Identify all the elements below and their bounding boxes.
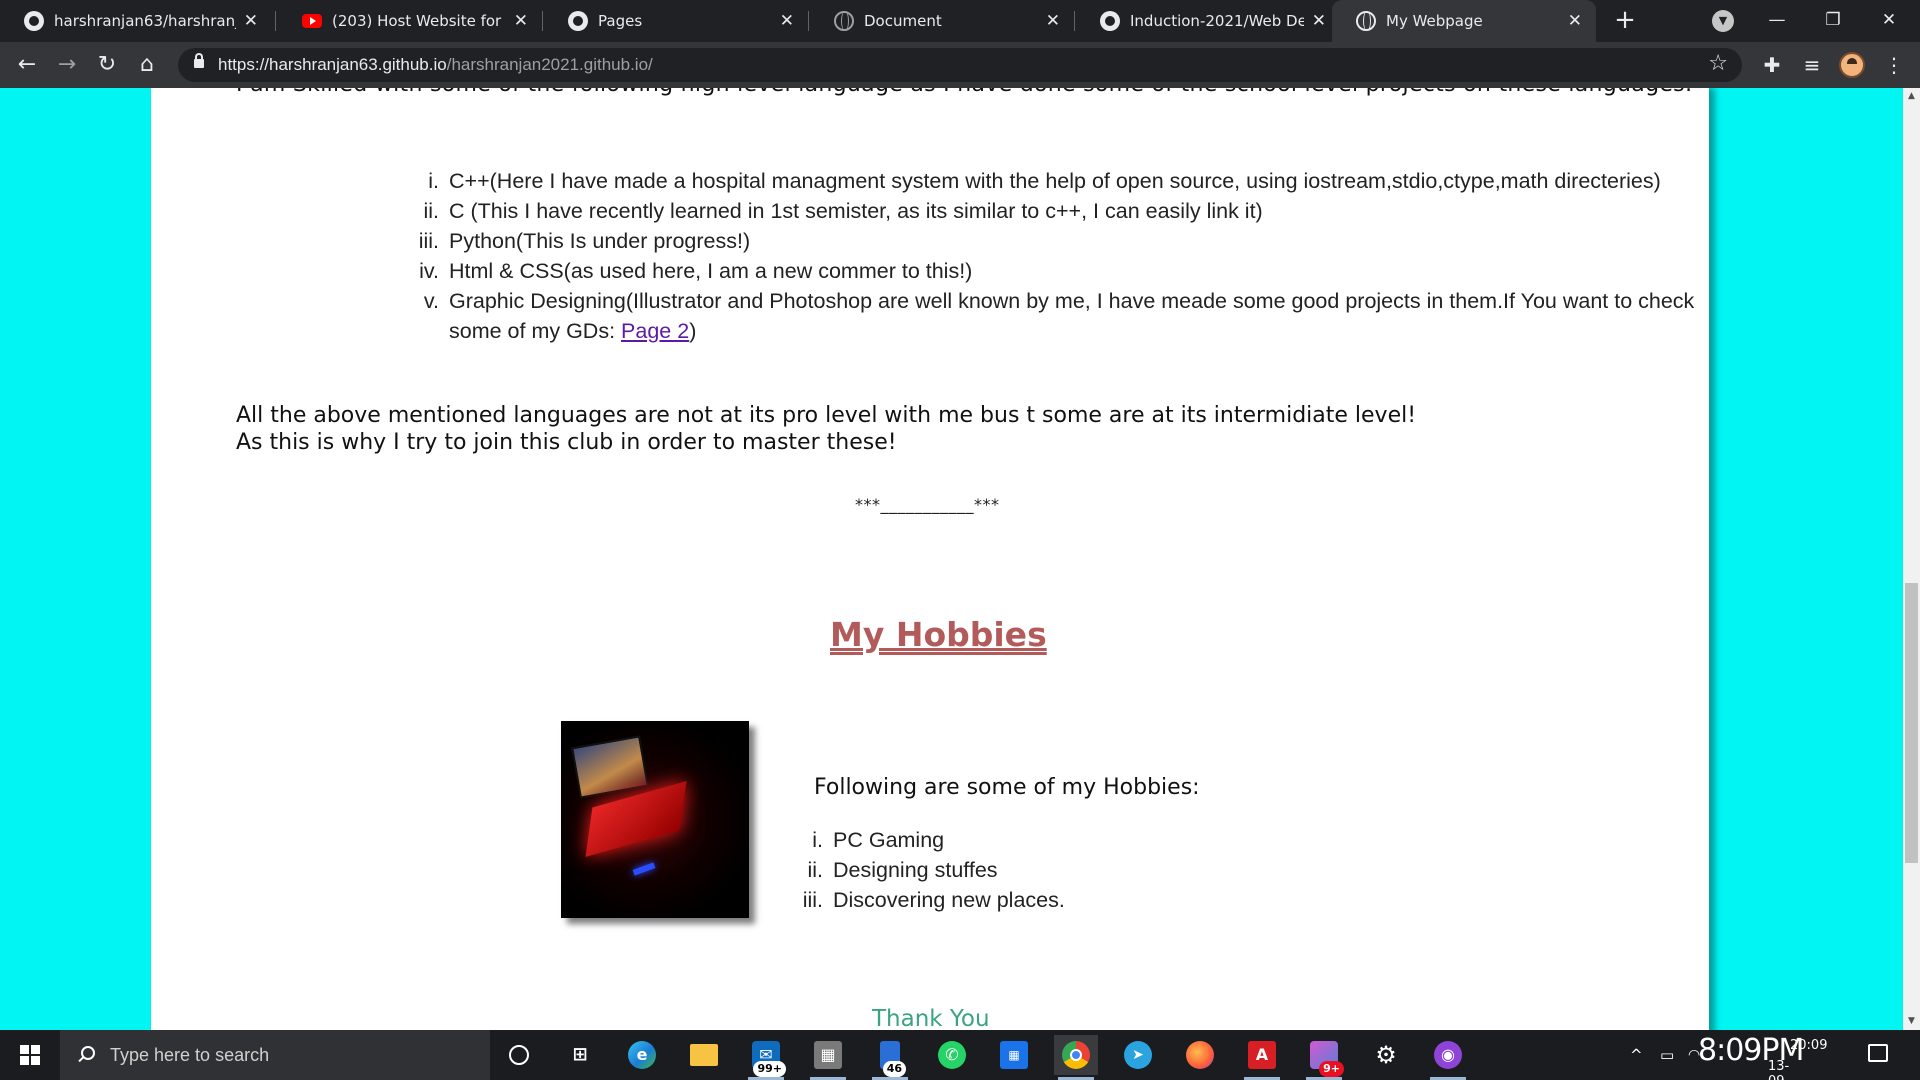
phone-badge: 46 (882, 1061, 906, 1077)
github-desktop-icon[interactable]: ◉ (1426, 1035, 1470, 1080)
gaming-laptop-image (561, 721, 749, 918)
close-icon[interactable]: ✕ (780, 11, 794, 31)
skill-item: C (This I have recently learned in 1st s… (445, 196, 1745, 226)
extensions-icon[interactable]: ✚ (1757, 50, 1787, 80)
address-bar[interactable]: https://harshranjan63.github.io/harshran… (178, 48, 1742, 82)
hobby-item: Designing stuffes (829, 855, 1065, 885)
windows-taskbar: Type here to search ⊞ e ✉ 99+ ▦ 46 ✆ ▦ ➤ … (0, 1030, 1920, 1080)
home-icon[interactable]: ⌂ (132, 50, 162, 80)
photos-icon[interactable]: 9+ (1302, 1035, 1346, 1080)
skill-item: Html & CSS(as used here, I am a new comm… (445, 256, 1745, 286)
mail-icon[interactable]: ✉ 99+ (744, 1035, 788, 1080)
new-tab-button[interactable]: + (1610, 6, 1640, 36)
cortana-icon[interactable] (497, 1035, 541, 1075)
lock-icon[interactable] (194, 53, 204, 68)
acrobat-icon[interactable]: A (1240, 1035, 1284, 1080)
tray-chevron-up-icon[interactable]: ^ (1630, 1030, 1643, 1080)
close-icon[interactable]: ✕ (1312, 11, 1326, 31)
photos-badge: 9+ (1319, 1061, 1344, 1077)
section-divider: ***___________*** (855, 495, 1000, 514)
settings-gear-icon[interactable]: ⚙ (1364, 1035, 1408, 1075)
github-icon (24, 11, 44, 31)
page-2-link[interactable]: Page 2 (621, 319, 689, 343)
url-text[interactable]: https://harshranjan63.github.io/harshran… (218, 55, 653, 75)
taskbar-search-box[interactable]: Type here to search (60, 1030, 490, 1080)
chrome-icon[interactable] (1054, 1035, 1098, 1080)
hobbies-heading: My Hobbies (830, 615, 1047, 654)
scroll-down-arrow-icon[interactable]: ▼ (1903, 1013, 1920, 1030)
tab-search-icon[interactable]: ▼ (1712, 10, 1734, 32)
vertical-scrollbar[interactable]: ▲ ▼ (1903, 88, 1920, 1030)
github-icon (1100, 11, 1120, 31)
phone-link-icon[interactable]: 46 (868, 1035, 912, 1080)
skills-list: C++(Here I have made a hospital managmen… (445, 166, 1745, 346)
forward-arrow-icon[interactable]: → (52, 50, 82, 80)
page-content: I am Skilled with some of the following … (151, 88, 1709, 1030)
skills-intro: I am Skilled with some of the following … (236, 88, 1693, 97)
mouse-light (632, 862, 656, 876)
bookmark-star-icon[interactable]: ☆ (1708, 51, 1728, 76)
notification-center-icon[interactable] (1868, 1044, 1888, 1062)
profile-avatar[interactable] (1839, 52, 1865, 78)
tab-document[interactable]: Document ✕ (810, 0, 1074, 42)
menu-kebab-icon[interactable]: ⋮ (1879, 50, 1909, 80)
tab-separator (808, 11, 809, 31)
browser-toolbar: ← → ↻ ⌂ https://harshranjan63.github.io/… (0, 42, 1920, 88)
scroll-up-arrow-icon[interactable]: ▲ (1903, 88, 1920, 105)
minimize-button[interactable]: — (1754, 4, 1800, 36)
task-view-icon[interactable]: ⊞ (558, 1035, 602, 1075)
telegram-icon[interactable]: ➤ (1116, 1035, 1160, 1075)
hobbies-list: PC Gaming Designing stuffes Discovering … (829, 825, 1065, 915)
close-icon[interactable]: ✕ (514, 11, 528, 31)
skills-summary: All the above mentioned languages are no… (236, 403, 1417, 455)
calendar-icon[interactable]: ▦ (992, 1035, 1036, 1075)
battery-icon[interactable]: ▭ (1660, 1030, 1674, 1080)
page-viewport: I am Skilled with some of the following … (0, 88, 1903, 1030)
windows-start-icon[interactable] (20, 1045, 40, 1065)
thank-you-text: Thank You (872, 1006, 990, 1030)
tab-youtube[interactable]: (203) Host Website for FREE ✕ (278, 0, 542, 42)
hobby-item: Discovering new places. (829, 885, 1065, 915)
reload-icon[interactable]: ↻ (92, 50, 122, 80)
scroll-thumb[interactable] (1905, 583, 1918, 863)
firefox-icon[interactable] (1178, 1035, 1222, 1075)
search-icon (76, 1045, 96, 1065)
tab-strip: harshranjan63/harshranjan2 ✕ (203) Host … (0, 0, 1920, 42)
calculator-icon[interactable]: ▦ (806, 1035, 850, 1080)
youtube-icon (302, 14, 322, 28)
tab-pages[interactable]: Pages ✕ (544, 0, 808, 42)
tab-induction[interactable]: Induction-2021/Web Develo ✕ (1076, 0, 1340, 42)
close-icon[interactable]: ✕ (1568, 11, 1582, 31)
edge-icon[interactable]: e (620, 1035, 664, 1075)
back-arrow-icon[interactable]: ← (12, 50, 42, 80)
tab-separator (275, 11, 276, 31)
close-icon[interactable]: ✕ (1046, 11, 1060, 31)
file-explorer-icon[interactable] (682, 1035, 726, 1075)
restore-button[interactable]: ❐ (1810, 4, 1856, 36)
tab-separator (1074, 11, 1075, 31)
tab-my-webpage[interactable]: My Webpage ✕ (1332, 0, 1596, 42)
hobby-item: PC Gaming (829, 825, 1065, 855)
globe-icon (834, 11, 854, 31)
whatsapp-icon[interactable]: ✆ (930, 1035, 974, 1075)
laptop-screen (571, 735, 649, 799)
github-icon (568, 11, 588, 31)
skill-item: C++(Here I have made a hospital managmen… (445, 166, 1745, 196)
globe-icon (1356, 11, 1376, 31)
mail-badge: 99+ (753, 1061, 786, 1077)
close-window-button[interactable]: ✕ (1866, 4, 1912, 36)
skill-item: Graphic Designing(Illustrator and Photos… (445, 286, 1745, 346)
media-queue-icon[interactable]: ≡ (1797, 50, 1827, 80)
close-icon[interactable]: ✕ (244, 11, 258, 31)
tab-separator (542, 11, 543, 31)
hobbies-intro: Following are some of my Hobbies: (814, 775, 1200, 800)
skill-item: Python(This Is under progress!) (445, 226, 1745, 256)
tab-github-repo[interactable]: harshranjan63/harshranjan2 ✕ (0, 0, 272, 42)
